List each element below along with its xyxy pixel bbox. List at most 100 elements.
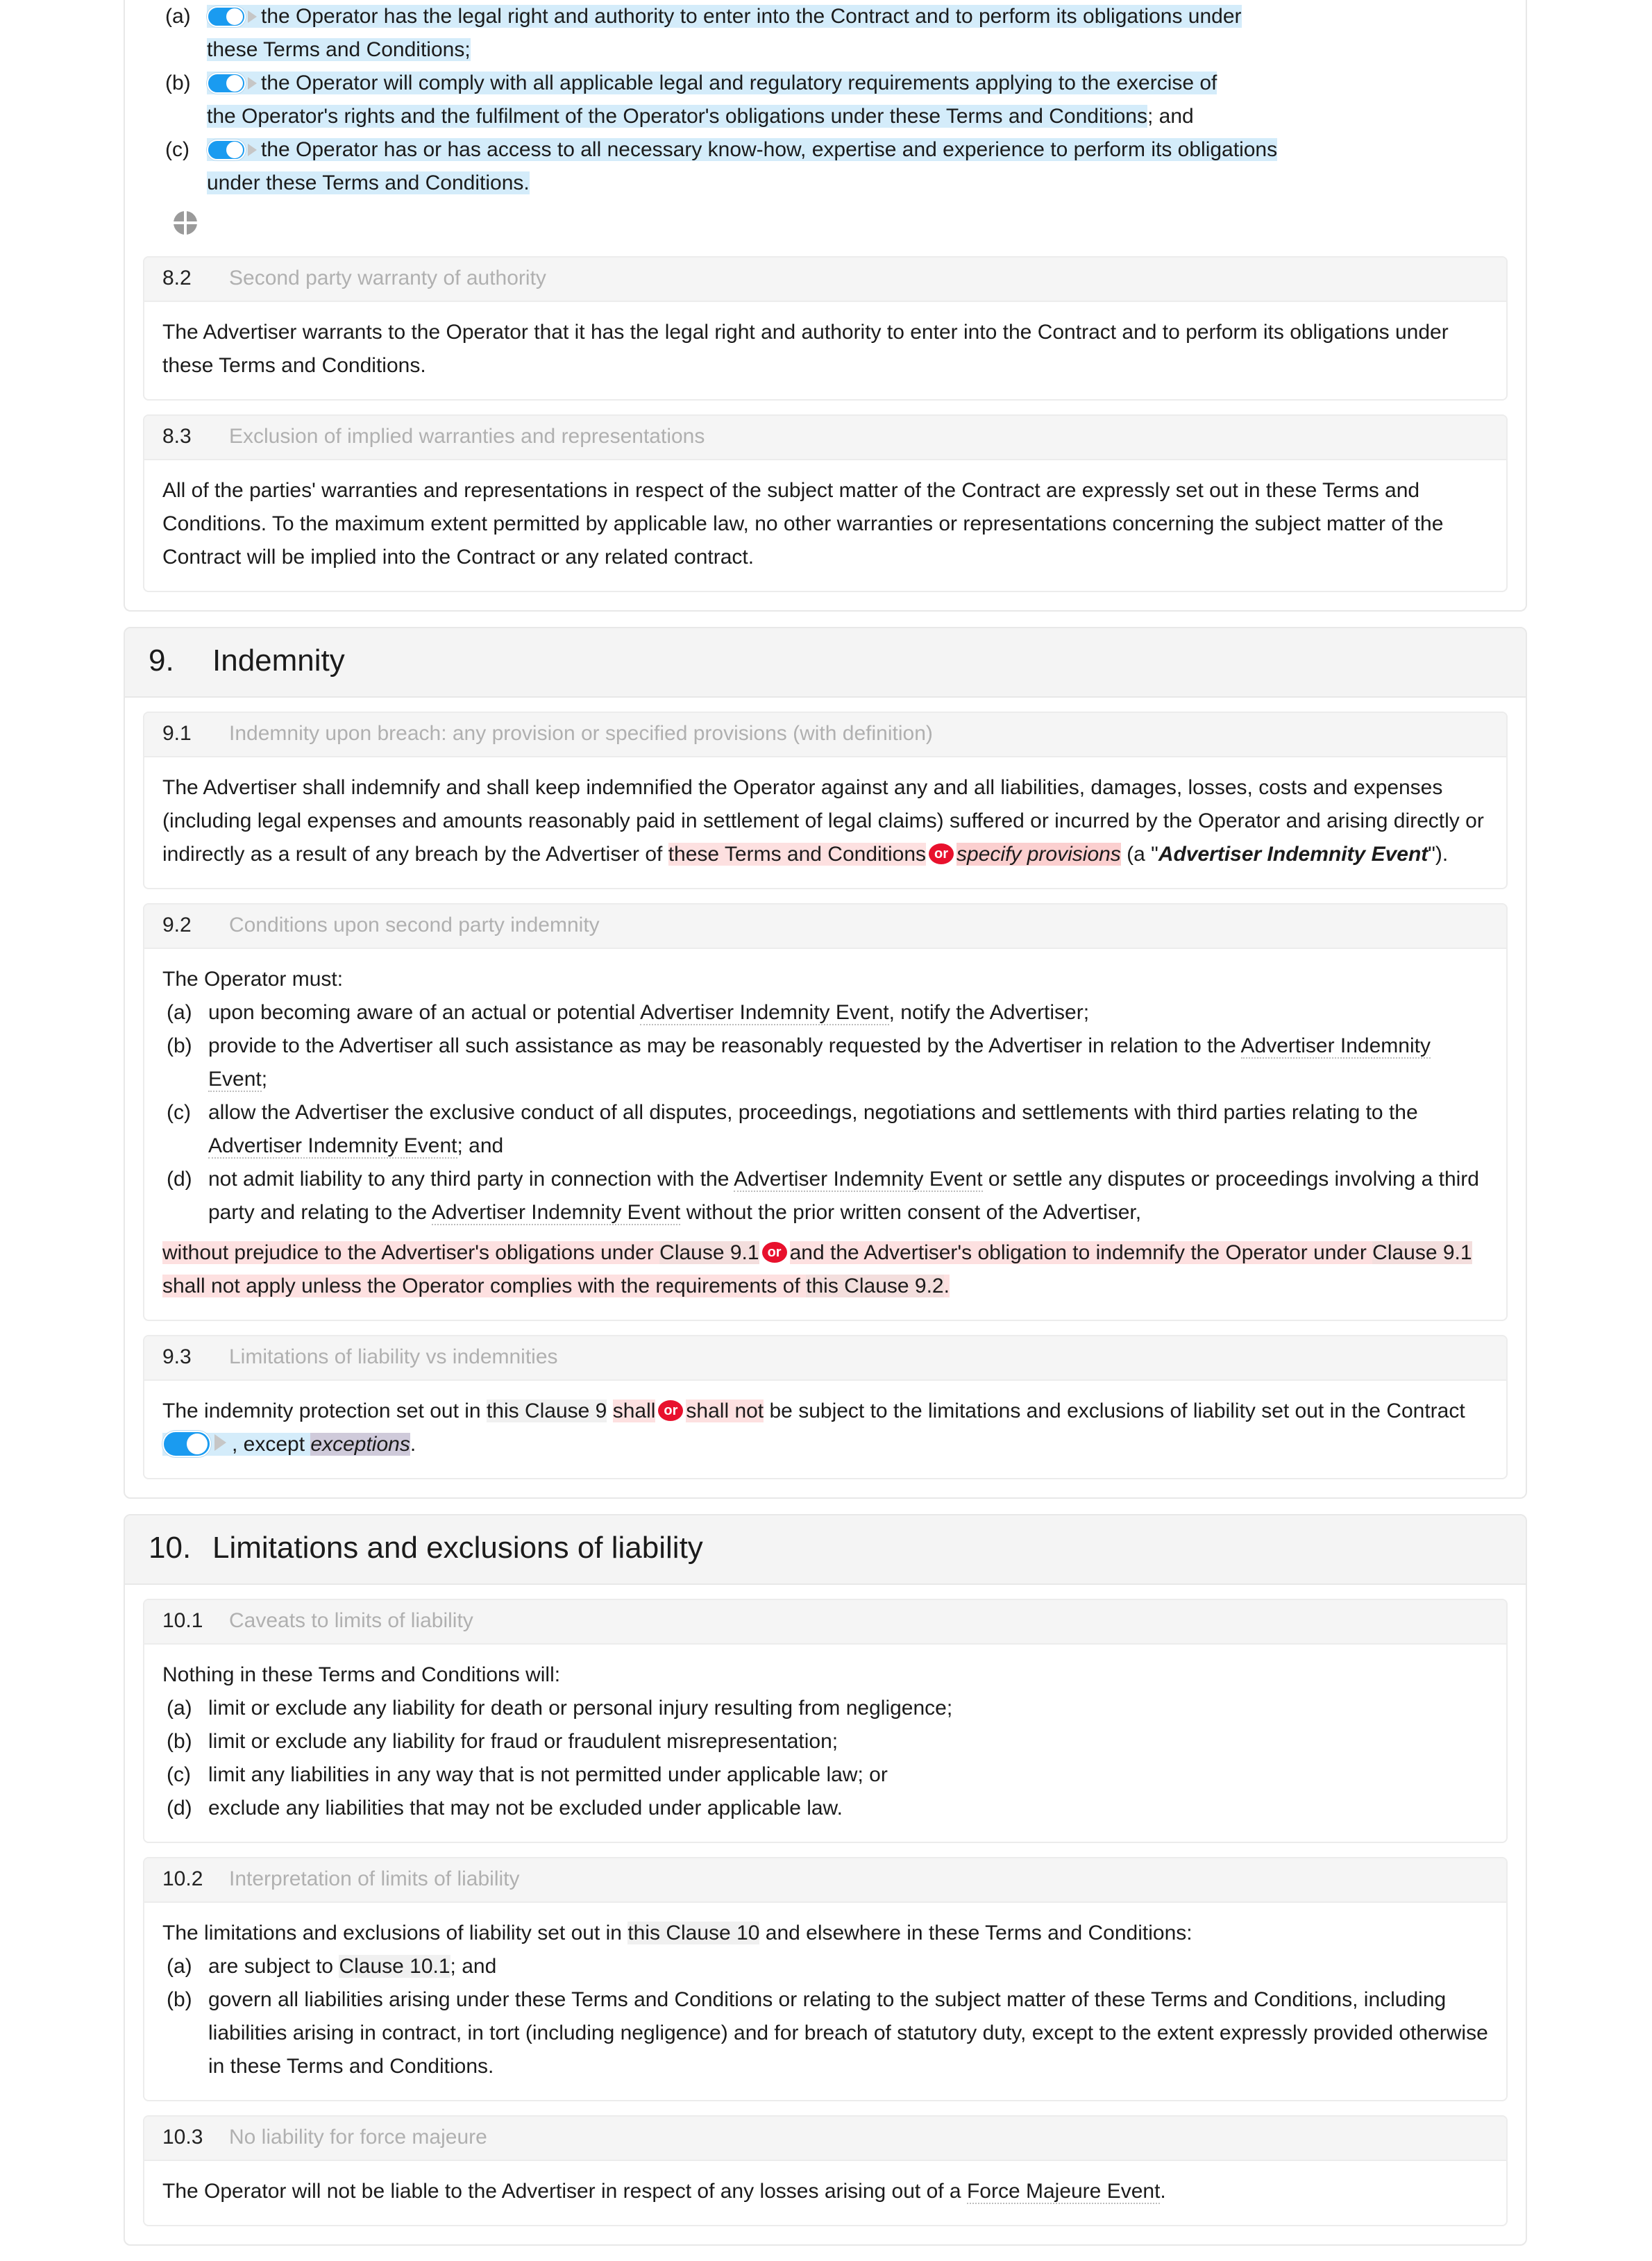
cond-c-post: ; and (457, 1134, 504, 1157)
toggle-switch-8-1-c[interactable] (207, 140, 246, 160)
chevron-right-icon (248, 10, 257, 23)
list-text-d: not admit liability to any third party i… (208, 1163, 1488, 1229)
clause-9-1-body: The Advertiser shall indemnify and shall… (144, 757, 1506, 888)
list-item: (a) are subject to Clause 10.1; and (162, 1950, 1488, 1983)
clause-10-1-header[interactable]: 10.1 Caveats to limits of liability (144, 1600, 1506, 1645)
clause-8-2-header[interactable]: 8.2 Second party warranty of authority (144, 258, 1506, 302)
defined-term-ref[interactable]: Advertiser Indemnity Event (640, 1001, 889, 1025)
clause-8-1-continuation: (a) the Operator has the legal right and… (143, 0, 1508, 252)
crossref-clause-10-1[interactable]: Clause 10.1 (339, 1955, 450, 1978)
clause-title: Indemnity upon breach: any provision or … (229, 722, 933, 745)
list-item: (a) limit or exclude any liability for d… (162, 1692, 1488, 1725)
chevron-right-icon (214, 1434, 226, 1451)
placeholder-exceptions[interactable]: exceptions (310, 1433, 410, 1456)
clause-9-2-body: The Operator must: (a) upon becoming awa… (144, 949, 1506, 1320)
section-10-header[interactable]: 10. Limitations and exclusions of liabil… (125, 1515, 1526, 1585)
list-text-b: the Operator will comply with all applic… (207, 67, 1490, 133)
clause-8-2: 8.2 Second party warranty of authority T… (143, 256, 1508, 401)
except-label: , except (232, 1433, 311, 1456)
clause-title: No liability for force majeure (229, 2126, 487, 2149)
or-badge[interactable]: or (929, 843, 954, 864)
clause-8-3: 8.3 Exclusion of implied warranties and … (143, 414, 1508, 592)
clause-number: 9.2 (162, 914, 192, 936)
list-text-a: upon becoming aware of an actual or pote… (208, 996, 1488, 1029)
list-item: (d) exclude any liabilities that may not… (162, 1792, 1488, 1825)
clause-9-2-lead: The Operator must: (162, 968, 344, 991)
closing-option-a[interactable]: without prejudice to the Advertiser's ob… (162, 1241, 759, 1264)
chevron-right-icon (248, 144, 257, 156)
list-item: (b) limit or exclude any liability for f… (162, 1725, 1488, 1758)
or-badge[interactable]: or (658, 1400, 684, 1421)
clause-9-1-header[interactable]: 9.1 Indemnity upon breach: any provision… (144, 713, 1506, 757)
option-a-these-terms[interactable]: these Terms and Conditions (668, 843, 927, 866)
defined-term-ref[interactable]: Advertiser Indemnity Event (431, 1201, 681, 1225)
or-badge[interactable]: or (761, 1242, 787, 1263)
crossref-clause-9-1-b[interactable]: Clause 9.1 (1372, 1241, 1472, 1264)
option-shall-not[interactable]: shall not (686, 1400, 764, 1422)
list-item: (c) the Operator has or has access to al… (161, 133, 1490, 200)
section-9-header[interactable]: 9. Indemnity (125, 628, 1526, 698)
option-b-specify-provisions[interactable]: specify provisions (956, 843, 1121, 866)
clause-10-2: 10.2 Interpretation of limits of liabili… (143, 1857, 1508, 2101)
clause-9-2-closing: without prejudice to the Advertiser's ob… (162, 1236, 1488, 1303)
warranty-c-text-line2: under these Terms and Conditions. (207, 171, 530, 194)
clause-number: 10.3 (162, 2126, 203, 2149)
clause-10-1: 10.1 Caveats to limits of liability Noth… (143, 1599, 1508, 1843)
crosshair-icon[interactable] (174, 211, 197, 235)
list-text-c: allow the Advertiser the exclusive condu… (208, 1096, 1488, 1163)
defined-term-force-majeure-event[interactable]: Force Majeure Event (966, 2180, 1161, 2204)
list-item: (b) provide to the Advertiser all such a… (162, 1029, 1488, 1096)
crossref-this-clause-10[interactable]: this Clause 10 (627, 1922, 760, 1944)
clause-title: Conditions upon second party indemnity (229, 914, 600, 936)
section-card-10: 10. Limitations and exclusions of liabil… (124, 1514, 1527, 2246)
clause-10-3-header[interactable]: 10.3 No liability for force majeure (144, 2117, 1506, 2161)
warranty-b-text: the Operator will comply with all applic… (261, 72, 1217, 94)
list-text-d: exclude any liabilities that may not be … (208, 1797, 843, 1819)
clause-8-2-text: The Advertiser warrants to the Operator … (162, 321, 1449, 377)
list-item: (a) the Operator has the legal right and… (161, 0, 1490, 67)
interpretation-list: (a) are subject to Clause 10.1; and (b) … (162, 1950, 1488, 2083)
clause-9-1: 9.1 Indemnity upon breach: any provision… (143, 712, 1508, 889)
caveats-list: (a) limit or exclude any liability for d… (162, 1692, 1488, 1825)
clause-9-3-text: The indemnity protection set out in this… (162, 1395, 1488, 1461)
list-marker-c: (c) (167, 1763, 191, 1786)
cond-a-post: , notify the Advertiser; (888, 1001, 1090, 1024)
clause-10-2-body: The limitations and exclusions of liabil… (144, 1903, 1506, 2100)
warranty-list: (a) the Operator has the legal right and… (161, 0, 1490, 200)
list-text-b: govern all liabilities arising under the… (208, 1988, 1488, 2078)
crossref-this-clause-9[interactable]: this Clause 9 (486, 1400, 607, 1422)
clause-9-3-header[interactable]: 9.3 Limitations of liability vs indemnit… (144, 1336, 1506, 1381)
toggle-switch-8-1-b[interactable] (207, 73, 246, 94)
defined-term-advertiser-indemnity-event: Advertiser Indemnity Event (1158, 843, 1428, 866)
toggle-switch-8-1-a[interactable] (207, 6, 246, 27)
crossref-this-clause-9-2[interactable]: this Clause 9.2 (806, 1275, 944, 1297)
defined-term-ref[interactable]: Advertiser Indemnity Event (208, 1134, 457, 1159)
list-text-a: are subject to Clause 10.1; and (208, 1950, 1488, 1983)
closing-b-mid: shall not apply unless the Operator comp… (162, 1275, 807, 1297)
toggle-switch-9-3[interactable] (162, 1431, 211, 1457)
list-marker-b: (b) (167, 1034, 192, 1057)
clause-10-2-lead: The limitations and exclusions of liabil… (162, 1917, 1488, 1950)
list-item: (b) govern all liabilities arising under… (162, 1983, 1488, 2083)
cond-a-pre: upon becoming aware of an actual or pote… (208, 1001, 641, 1024)
option-shall[interactable]: shall (612, 1400, 656, 1422)
cond-b-pre: provide to the Advertiser all such assis… (208, 1034, 1236, 1057)
warranty-b-text-tail: ; and (1147, 105, 1194, 128)
clause-8-3-header[interactable]: 8.3 Exclusion of implied warranties and … (144, 416, 1506, 460)
list-marker-c: (c) (167, 1101, 191, 1124)
document-page: (a) the Operator has the legal right and… (0, 0, 1652, 2246)
clause-9-2-header[interactable]: 9.2 Conditions upon second party indemni… (144, 905, 1506, 949)
list-text-a: limit or exclude any liability for death… (208, 1697, 953, 1720)
defined-term-ref[interactable]: Advertiser Indemnity Event (734, 1168, 983, 1192)
closing-b-post: . (943, 1275, 950, 1297)
clause-10-2-header[interactable]: 10.2 Interpretation of limits of liabili… (144, 1858, 1506, 1903)
clause-title: Limitations of liability vs indemnities (229, 1345, 558, 1368)
crossref-clause-9-1[interactable]: Clause 9.1 (659, 1241, 759, 1264)
warranty-a-text: the Operator has the legal right and aut… (261, 5, 1242, 28)
list-marker-a: (a) (167, 1697, 192, 1720)
list-text-c: limit any liabilities in any way that is… (208, 1763, 888, 1786)
clause-10-2-lead-pre: The limitations and exclusions of liabil… (162, 1922, 628, 1944)
cond-c-pre: allow the Advertiser the exclusive condu… (208, 1101, 1418, 1124)
list-marker-d: (d) (167, 1797, 192, 1819)
list-item: (c) limit any liabilities in any way tha… (162, 1758, 1488, 1792)
